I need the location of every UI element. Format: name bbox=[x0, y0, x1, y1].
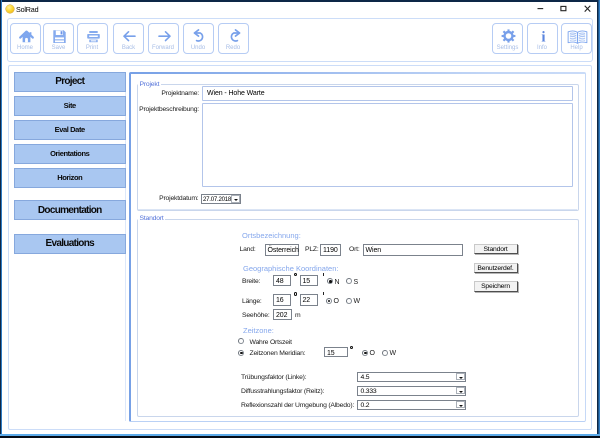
svg-text:i: i bbox=[541, 29, 545, 45]
